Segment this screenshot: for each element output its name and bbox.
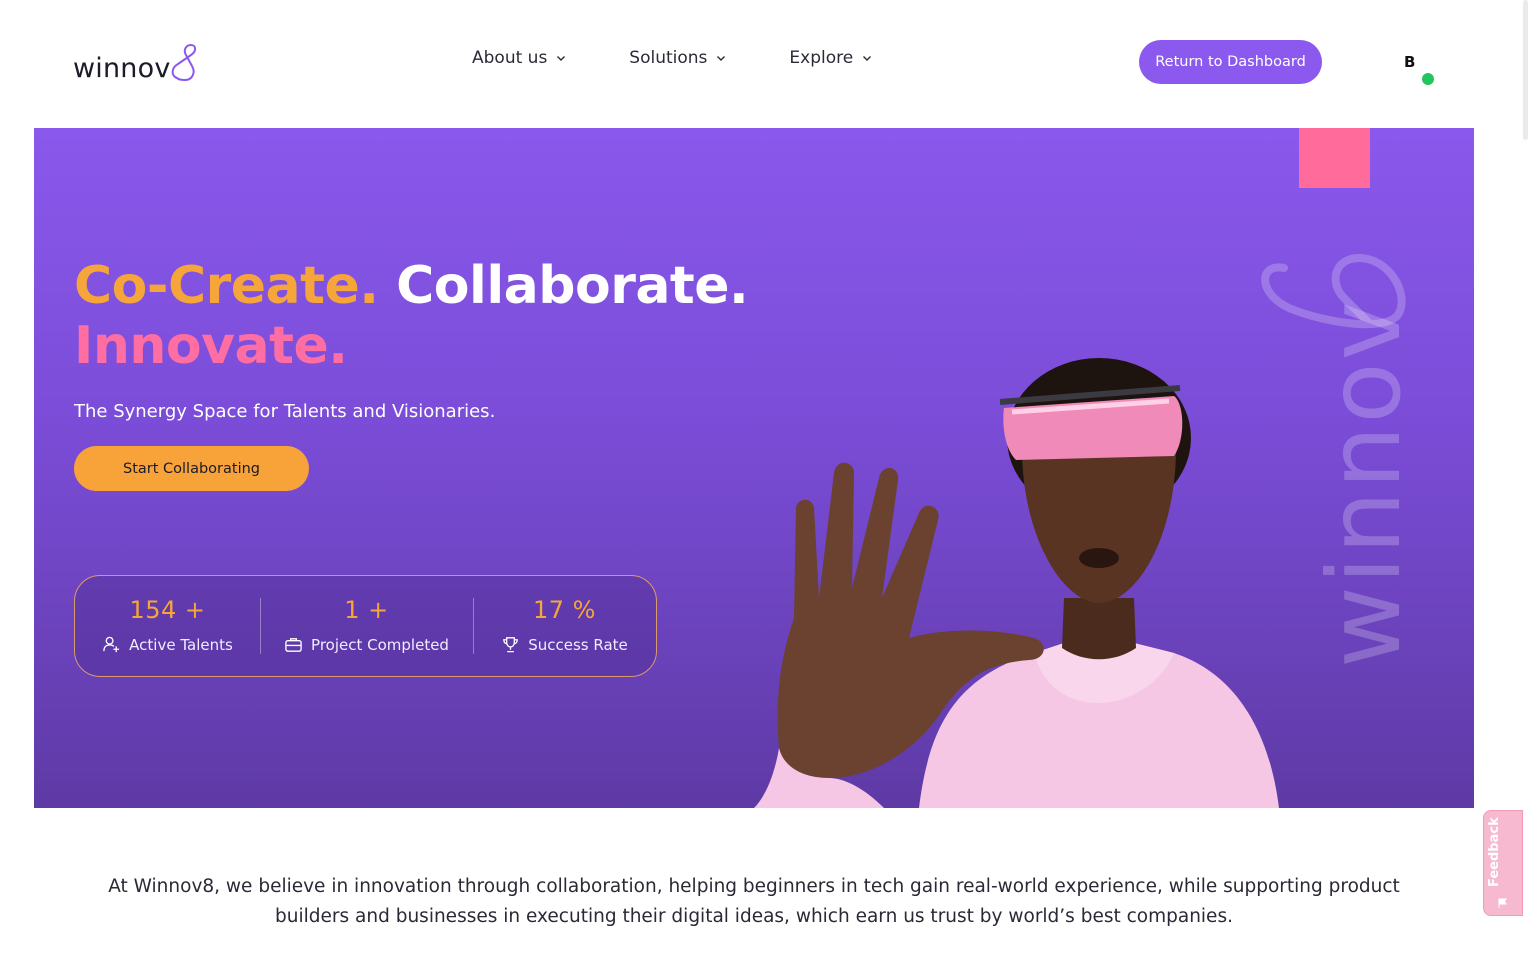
logo[interactable]: winnov 8: [73, 42, 199, 82]
stat-label-row: Active Talents: [102, 635, 233, 654]
stat-projects-completed: 1 + Project Completed: [260, 598, 473, 654]
stat-success-rate: 17 % Success Rate: [473, 598, 656, 654]
nav-explore-label: Explore: [789, 48, 854, 68]
chevron-down-icon: [557, 56, 566, 61]
nav-solutions[interactable]: Solutions: [629, 48, 727, 68]
hero-section: winnov Co-Create. Collaborate. Innovate.…: [34, 128, 1474, 808]
chevron-down-icon: [863, 56, 872, 61]
stats-panel: 154 + Active Talents 1 + Project Complet…: [74, 575, 657, 677]
chevron-down-icon: [717, 56, 726, 61]
hero-title-cocreate: Co-Create.: [74, 256, 379, 316]
stat-value: 17 %: [533, 596, 596, 624]
feedback-label: Feedback: [1487, 817, 1502, 887]
site-header: winnov 8 About us Solutions Explore Retu…: [0, 0, 1528, 128]
online-status-dot: [1422, 73, 1434, 85]
nav-explore[interactable]: Explore: [789, 48, 873, 68]
logo-text: winnov: [73, 53, 171, 84]
logo-eight-mark: [171, 43, 196, 82]
trophy-icon: [503, 637, 519, 653]
stat-value: 154 +: [129, 596, 206, 624]
stat-label: Project Completed: [311, 635, 449, 654]
flag-icon: [1498, 898, 1507, 908]
main-nav: About us Solutions Explore: [472, 48, 935, 68]
user-plus-icon: [103, 636, 120, 653]
feedback-tab[interactable]: Feedback: [1483, 810, 1523, 916]
start-collaborating-button[interactable]: Start Collaborating: [74, 446, 309, 491]
briefcase-icon: [285, 638, 302, 652]
hero-title-collaborate: Collaborate.: [396, 256, 749, 316]
about-paragraph: At Winnov8, we believe in innovation thr…: [108, 876, 1400, 927]
hero-title-innovate: Innovate.: [74, 316, 348, 376]
avatar-initial: B: [1404, 53, 1416, 71]
stat-active-talents: 154 + Active Talents: [75, 598, 260, 654]
avatar[interactable]: B: [1392, 46, 1434, 86]
stat-label-row: Project Completed: [284, 635, 449, 654]
stat-label: Success Rate: [528, 635, 628, 654]
stat-label: Active Talents: [129, 635, 233, 654]
decorative-pink-square: [1299, 128, 1370, 188]
nav-about-us[interactable]: About us: [472, 48, 567, 68]
return-to-dashboard-button[interactable]: Return to Dashboard: [1139, 40, 1322, 84]
hero-title: Co-Create. Collaborate. Innovate.: [74, 256, 749, 376]
nav-solutions-label: Solutions: [629, 48, 708, 68]
nav-about-us-label: About us: [472, 48, 548, 68]
stat-value: 1 +: [344, 596, 389, 624]
watermark-text: winnov: [1306, 299, 1419, 668]
stat-label-row: Success Rate: [501, 635, 628, 654]
hero-person-image: [754, 358, 1279, 808]
hero-subtitle: The Synergy Space for Talents and Vision…: [74, 401, 496, 422]
